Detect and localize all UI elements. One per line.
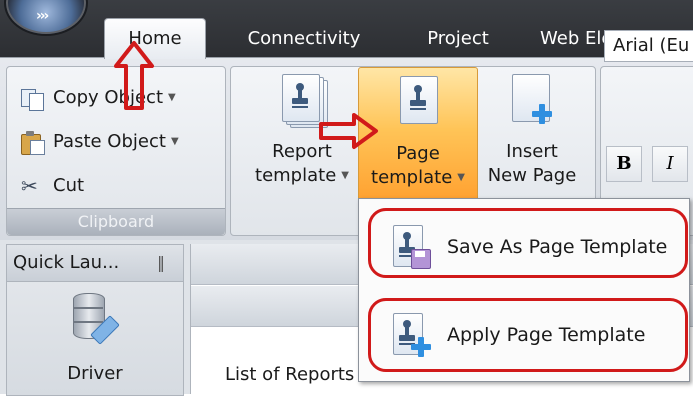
page-template-icon: [398, 76, 438, 132]
annotation-arrow-up: [114, 41, 154, 110]
dropdown-arrow-icon[interactable]: ▼: [168, 81, 176, 115]
bold-button[interactable]: B: [606, 146, 642, 182]
copy-icon: [21, 87, 45, 111]
insert-new-page-icon: [512, 74, 552, 130]
report-template-icon: [282, 74, 328, 130]
insert-new-page-button[interactable]: Insert New Page: [476, 66, 588, 206]
annotation-arrow-right: [319, 113, 378, 149]
driver-label[interactable]: Driver: [7, 363, 183, 384]
tab-connectivity[interactable]: Connectivity: [226, 24, 382, 54]
insert-new-page-label-line1: Insert: [506, 141, 558, 162]
dropdown-arrow-icon[interactable]: ▼: [457, 166, 465, 190]
highlight-oval-save: [368, 208, 688, 278]
tab-project[interactable]: Project: [404, 24, 512, 54]
scissors-icon: ✂: [21, 174, 38, 198]
insert-new-page-label-line2: New Page: [487, 165, 577, 186]
font-name-select[interactable]: Arial (Eu: [604, 30, 693, 62]
quick-launch-panel: Quick Lau... ‖ Driver: [6, 244, 184, 396]
italic-button[interactable]: I: [652, 146, 688, 182]
dropdown-arrow-icon[interactable]: ▼: [341, 164, 349, 188]
pin-icon[interactable]: ‖: [157, 245, 165, 281]
highlight-oval-apply: [368, 298, 688, 372]
cut-button[interactable]: ✂ Cut: [21, 169, 84, 203]
dropdown-arrow-icon[interactable]: ▼: [171, 125, 179, 159]
report-template-label-line2: template ▼: [255, 164, 349, 188]
page-template-label-line2: template ▼: [371, 166, 465, 190]
paste-object-button[interactable]: Paste Object ▼: [21, 125, 179, 159]
list-of-reports-label: List of Reports: [225, 364, 355, 385]
paste-icon: [21, 131, 45, 155]
clipboard-group-caption: Clipboard: [7, 208, 225, 235]
paste-object-label: Paste Object: [53, 131, 166, 152]
quick-launch-header: Quick Lau... ‖: [7, 245, 183, 282]
cut-label: Cut: [53, 175, 85, 196]
quick-launch-title: Quick Lau...: [13, 252, 120, 273]
driver-icon[interactable]: [67, 293, 120, 353]
